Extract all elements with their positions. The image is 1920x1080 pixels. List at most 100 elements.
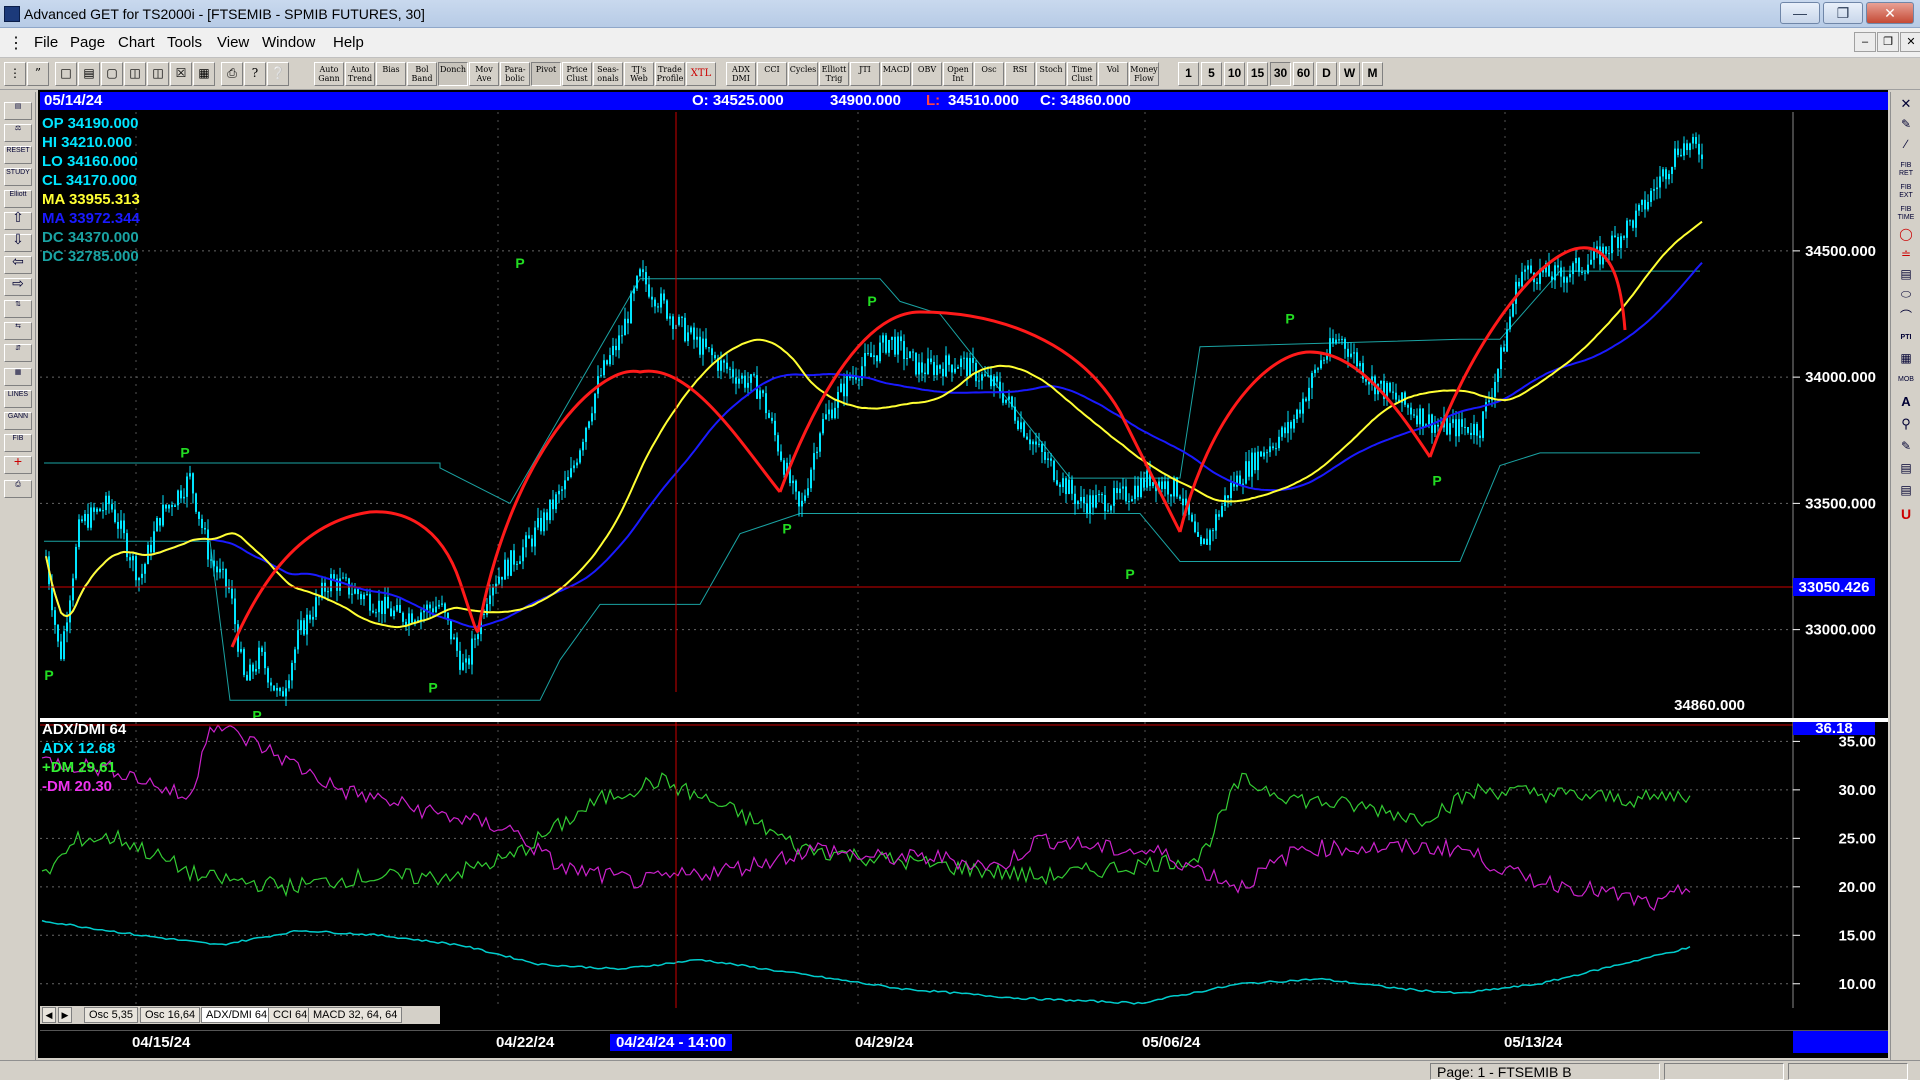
mob-button[interactable]: MOB: [1894, 376, 1918, 394]
study-button-auto-trend[interactable]: Auto Trend: [345, 62, 375, 86]
tab-osc-16-64[interactable]: Osc 16,64: [140, 1007, 201, 1023]
study-button-bias[interactable]: Bias: [376, 62, 406, 86]
lines-button[interactable]: LINES: [4, 390, 32, 408]
trendline-icon[interactable]: ∕: [1894, 138, 1918, 158]
study-button-open-int[interactable]: Open Int: [943, 62, 973, 86]
arrow-up-icon[interactable]: ⇧: [4, 210, 32, 230]
fan-icon[interactable]: ≐: [1894, 248, 1918, 268]
arrow-left-icon[interactable]: ⇦: [4, 254, 32, 274]
arrow-right-icon[interactable]: ⇨: [4, 276, 32, 296]
arrow-down-icon[interactable]: ⇩: [4, 232, 32, 252]
menu-chart[interactable]: Chart: [118, 34, 155, 51]
study-button-para-bolic[interactable]: Para- bolic: [500, 62, 530, 86]
menu-page[interactable]: Page: [70, 34, 105, 51]
print-icon[interactable]: ⎙: [4, 480, 32, 498]
grid-toggle-icon[interactable]: ▦: [193, 62, 215, 86]
tab-scroll-right-icon[interactable]: ▶: [58, 1007, 72, 1023]
minimize-button[interactable]: —: [1780, 2, 1820, 24]
paste-icon[interactable]: ◫: [147, 62, 169, 86]
study-button-mov-ave[interactable]: Mov Ave: [469, 62, 499, 86]
interval-button-5[interactable]: 5: [1201, 62, 1222, 86]
menu-view[interactable]: View: [217, 34, 249, 51]
price-chart[interactable]: P P P P P P P P P P 34500.000 34000.000 33500.000 33…: [40, 112, 1888, 718]
new-page-icon[interactable]: □: [55, 62, 77, 86]
help-icon[interactable]: ?: [244, 62, 266, 86]
tab-cci-64[interactable]: CCI 64: [268, 1007, 313, 1023]
study-button-time-clust[interactable]: Time Clust: [1067, 62, 1097, 86]
study-button-cci[interactable]: CCI: [757, 62, 787, 86]
study-button-obv[interactable]: OBV: [912, 62, 942, 86]
text-tool-icon[interactable]: A: [1894, 395, 1918, 416]
fib-time-button[interactable]: FIB TIME: [1894, 206, 1918, 224]
marker-icon[interactable]: ✎: [1894, 440, 1918, 460]
study-button-vol[interactable]: Vol: [1098, 62, 1128, 86]
quote-icon[interactable]: ”: [27, 62, 49, 86]
fib-ext-button[interactable]: FIB EXT: [1894, 184, 1918, 202]
zoom-icon[interactable]: ⚲: [1894, 417, 1918, 438]
document-icon[interactable]: ⋮: [8, 33, 24, 53]
study-button-pivot[interactable]: Pivot: [531, 62, 561, 86]
study-button-adx-dmi[interactable]: ADX DMI: [726, 62, 756, 86]
interval-button-w[interactable]: W: [1339, 62, 1360, 86]
study-button-bol-band[interactable]: Bol Band: [407, 62, 437, 86]
close-button[interactable]: ✕: [1866, 2, 1914, 24]
magnet-icon[interactable]: U: [1894, 507, 1918, 528]
study-button-tj-s-web[interactable]: TJ's Web: [624, 62, 654, 86]
table-icon[interactable]: ▦: [1894, 352, 1918, 372]
scale-icon[interactable]: ⚖: [4, 124, 32, 142]
study-button-xtl[interactable]: XTL: [686, 62, 716, 86]
tab-scroll-left-icon[interactable]: ◀: [42, 1007, 56, 1023]
whatsthis-icon[interactable]: ❔: [267, 62, 289, 86]
pencil-icon[interactable]: ✎: [1894, 118, 1918, 138]
study-button-elliott-trig[interactable]: Elliott Trig: [819, 62, 849, 86]
delete-icon[interactable]: ☒: [170, 62, 192, 86]
study-button-rsi[interactable]: RSI: [1005, 62, 1035, 86]
gann-button[interactable]: GANN: [4, 412, 32, 430]
maximize-button[interactable]: ❐: [1823, 2, 1863, 24]
channel-icon[interactable]: ▤: [1894, 268, 1918, 288]
notes-icon[interactable]: ▤: [1894, 484, 1918, 504]
study-button-cycles[interactable]: Cycles: [788, 62, 818, 86]
ellipse-icon[interactable]: ⬭: [1894, 288, 1918, 308]
interval-button-m[interactable]: M: [1362, 62, 1383, 86]
print-icon[interactable]: ⎙: [221, 62, 243, 86]
mdi-restore-button[interactable]: ❐: [1877, 32, 1899, 52]
ruler-icon[interactable]: ▤: [1894, 462, 1918, 482]
app-icon[interactable]: [4, 6, 20, 22]
tab-adx-dmi-64[interactable]: ADX/DMI 64: [201, 1007, 273, 1023]
study-button-auto-gann[interactable]: Auto Gann: [314, 62, 344, 86]
expand-icon[interactable]: ⇆: [4, 322, 32, 340]
menu-tools[interactable]: Tools: [167, 34, 202, 51]
menu-help[interactable]: Help: [333, 34, 364, 51]
interval-button-10[interactable]: 10: [1224, 62, 1245, 86]
arc-icon[interactable]: ⌒: [1894, 310, 1918, 330]
crosshair-icon[interactable]: +: [4, 454, 32, 474]
study-button-donch[interactable]: Donch: [438, 62, 468, 86]
fib-ret-button[interactable]: FIB RET: [1894, 162, 1918, 180]
fit-icon[interactable]: ⇵: [4, 344, 32, 362]
menu-file[interactable]: File: [34, 34, 58, 51]
study-button-price-clust[interactable]: Price Clust: [562, 62, 592, 86]
mdi-minimize-button[interactable]: –: [1854, 32, 1876, 52]
study-button-macd[interactable]: MACD: [881, 62, 911, 86]
interval-button-1[interactable]: 1: [1178, 62, 1199, 86]
tab-macd-32-64-64[interactable]: MACD 32, 64, 64: [308, 1007, 403, 1023]
open-icon[interactable]: ▢: [101, 62, 123, 86]
study-button-jti[interactable]: JTI: [850, 62, 880, 86]
study-button-seas-onals[interactable]: Seas- onals: [593, 62, 623, 86]
elliott-button[interactable]: Elliott: [4, 190, 32, 208]
circle-icon[interactable]: ◯: [1894, 228, 1918, 248]
study-button-trade-profile[interactable]: Trade Profile: [655, 62, 685, 86]
interval-button-15[interactable]: 15: [1247, 62, 1268, 86]
pin-icon[interactable]: ⋮: [4, 62, 26, 86]
menu-window[interactable]: Window: [262, 34, 315, 51]
study-button-osc[interactable]: Osc: [974, 62, 1004, 86]
mdi-close-button[interactable]: ✕: [1900, 32, 1920, 52]
interval-button-d[interactable]: D: [1316, 62, 1337, 86]
save-icon[interactable]: ▤: [78, 62, 100, 86]
pti-button[interactable]: PTI: [1894, 334, 1918, 352]
copy-icon[interactable]: ◫: [124, 62, 146, 86]
tab-osc-5-35[interactable]: Osc 5,35: [84, 1007, 139, 1023]
interval-button-30[interactable]: 30: [1270, 62, 1291, 86]
fib-button[interactable]: FIB: [4, 434, 32, 452]
